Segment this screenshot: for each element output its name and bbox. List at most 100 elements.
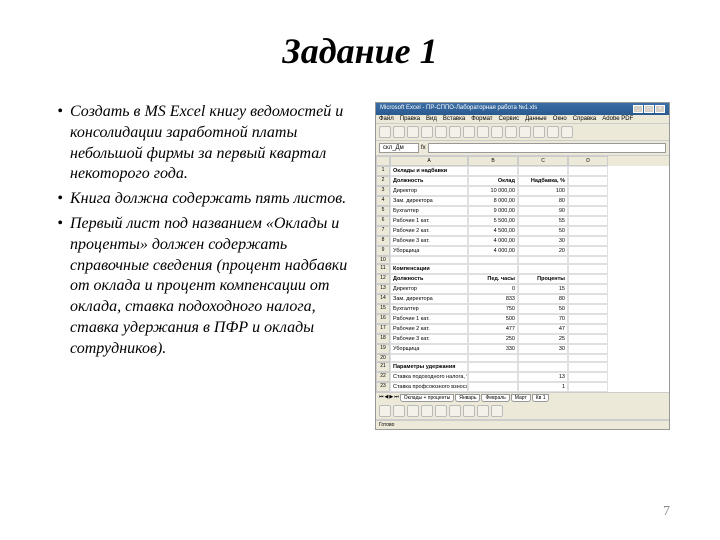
redo-icon[interactable] — [491, 126, 503, 138]
cell[interactable]: 13 — [518, 372, 568, 382]
menu-item[interactable]: Файл — [379, 116, 394, 122]
cell[interactable]: 25 — [518, 334, 568, 344]
cell[interactable]: Рабочие 3 кат. — [390, 334, 468, 344]
cell[interactable]: Зам. директора — [390, 294, 468, 304]
sheet-tab[interactable]: Январь — [455, 394, 480, 402]
cell[interactable]: 1 — [518, 382, 568, 392]
cell[interactable]: Компенсации — [390, 264, 468, 274]
fill-icon[interactable] — [477, 405, 489, 417]
cell[interactable]: 50 — [518, 304, 568, 314]
new-icon[interactable] — [379, 126, 391, 138]
cell[interactable]: 70 — [518, 314, 568, 324]
cell[interactable]: 30 — [518, 344, 568, 354]
cell[interactable]: 4 000,00 — [468, 246, 518, 256]
cell[interactable]: Оклад — [468, 176, 518, 186]
cell[interactable]: 10 000,00 — [468, 186, 518, 196]
menu-item[interactable]: Формат — [471, 116, 492, 122]
formula-input[interactable] — [428, 143, 666, 153]
cell[interactable]: Проценты — [518, 274, 568, 284]
cell[interactable]: 833 — [468, 294, 518, 304]
sort-icon[interactable] — [519, 126, 531, 138]
cell[interactable]: Уборщица — [390, 344, 468, 354]
close-icon[interactable]: × — [655, 105, 665, 113]
open-icon[interactable] — [393, 126, 405, 138]
draw-icon[interactable] — [379, 405, 391, 417]
cell[interactable]: 250 — [468, 334, 518, 344]
cell[interactable]: 30 — [518, 236, 568, 246]
tab-nav-prev-icon[interactable]: ◀ — [385, 394, 389, 402]
sheet-tab[interactable]: Кв 1 — [532, 394, 550, 402]
cell[interactable]: Параметры удержания — [390, 362, 468, 372]
cell[interactable]: 9 000,00 — [468, 206, 518, 216]
cell[interactable]: Ставка профсоюзного взноса, % — [390, 382, 468, 392]
cell[interactable]: Рабочие 2 кат. — [390, 226, 468, 236]
tab-nav-first-icon[interactable]: ⏮ — [379, 394, 384, 402]
tab-nav-last-icon[interactable]: ⏭ — [394, 394, 399, 402]
menu-item[interactable]: Вставка — [443, 116, 465, 122]
undo-icon[interactable] — [477, 126, 489, 138]
col-header[interactable]: A — [390, 156, 468, 166]
cell[interactable]: 15 — [518, 284, 568, 294]
zoom-icon[interactable] — [547, 126, 559, 138]
rectangle-icon[interactable] — [435, 405, 447, 417]
cell[interactable]: 100 — [518, 186, 568, 196]
cell[interactable]: Зам. директора — [390, 196, 468, 206]
oval-icon[interactable] — [449, 405, 461, 417]
cell[interactable]: Пед. часы — [468, 274, 518, 284]
cell[interactable]: Бухгалтер — [390, 206, 468, 216]
cell[interactable]: Рабочие 1 кат. — [390, 216, 468, 226]
cell[interactable]: Уборщица — [390, 246, 468, 256]
cell[interactable]: 0 — [468, 284, 518, 294]
cell[interactable]: Рабочие 3 кат. — [390, 236, 468, 246]
cell[interactable]: Директор — [390, 284, 468, 294]
sum-icon[interactable] — [505, 126, 517, 138]
cell[interactable]: Директор — [390, 186, 468, 196]
cell[interactable]: 80 — [518, 294, 568, 304]
font-color-icon[interactable] — [491, 405, 503, 417]
autoshapes-icon[interactable] — [393, 405, 405, 417]
cell[interactable]: 330 — [468, 344, 518, 354]
help-icon[interactable] — [561, 126, 573, 138]
cut-icon[interactable] — [435, 126, 447, 138]
cell[interactable]: 50 — [518, 226, 568, 236]
maximize-icon[interactable]: □ — [644, 105, 654, 113]
cell[interactable]: 55 — [518, 216, 568, 226]
cell[interactable]: 4 000,00 — [468, 236, 518, 246]
textbox-icon[interactable] — [463, 405, 475, 417]
arrow-icon[interactable] — [421, 405, 433, 417]
cell[interactable]: 20 — [518, 246, 568, 256]
copy-icon[interactable] — [449, 126, 461, 138]
cell[interactable]: Должность — [390, 274, 468, 284]
fx-icon[interactable]: fx — [421, 145, 426, 151]
cell[interactable]: 5 500,00 — [468, 216, 518, 226]
sheet-tab[interactable]: Оклады + проценты — [400, 394, 455, 402]
cell[interactable]: 80 — [518, 196, 568, 206]
cell[interactable]: 4 500,00 — [468, 226, 518, 236]
cell[interactable]: Ставка подоходного налога, % — [390, 372, 468, 382]
cell[interactable]: 477 — [468, 324, 518, 334]
cell[interactable]: 500 — [468, 314, 518, 324]
print-icon[interactable] — [421, 126, 433, 138]
cell[interactable]: 47 — [518, 324, 568, 334]
chart-icon[interactable] — [533, 126, 545, 138]
col-header[interactable]: D — [568, 156, 608, 166]
menu-item[interactable]: Данные — [525, 116, 547, 122]
tab-nav-next-icon[interactable]: ▶ — [389, 394, 393, 402]
cell[interactable]: Рабочие 1 кат. — [390, 314, 468, 324]
paste-icon[interactable] — [463, 126, 475, 138]
sheet-tab[interactable]: Март — [511, 394, 531, 402]
cell[interactable]: Должность — [390, 176, 468, 186]
select-all-corner[interactable] — [376, 156, 390, 166]
cell[interactable]: Надбавка, % — [518, 176, 568, 186]
cell[interactable]: Рабочие 2 кат. — [390, 324, 468, 334]
sheet-tab[interactable]: Февраль — [481, 394, 509, 402]
menu-item[interactable]: Adobe PDF — [602, 116, 633, 122]
save-icon[interactable] — [407, 126, 419, 138]
col-header[interactable]: B — [468, 156, 518, 166]
minimize-icon[interactable]: _ — [633, 105, 643, 113]
menu-item[interactable]: Правка — [400, 116, 420, 122]
spreadsheet-grid[interactable]: A B C D 1Оклады и надбавки 2ДолжностьОкл… — [376, 156, 669, 392]
col-header[interactable]: C — [518, 156, 568, 166]
cell[interactable]: 750 — [468, 304, 518, 314]
menu-item[interactable]: Вид — [426, 116, 437, 122]
